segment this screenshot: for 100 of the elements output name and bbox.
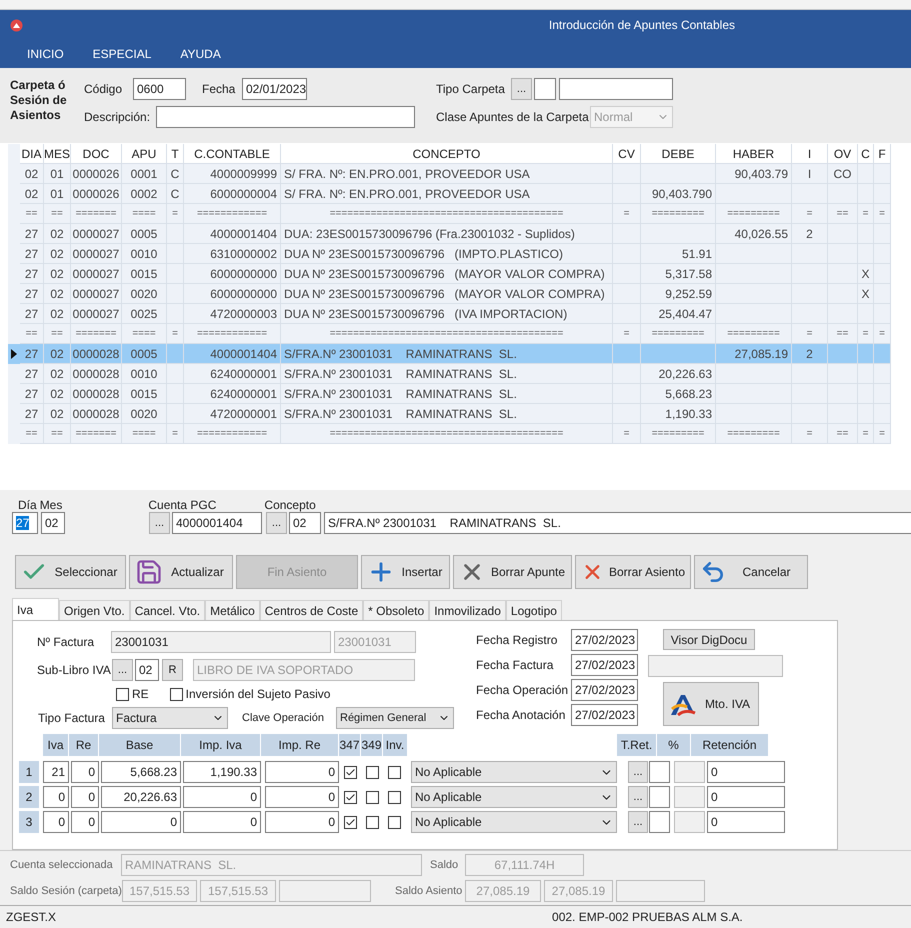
date-field[interactable]: 02/01/2023 (242, 78, 307, 100)
browse-button[interactable]: ... (511, 78, 532, 100)
withholding-type-field[interactable] (649, 811, 670, 833)
menu-item[interactable]: AYUDA (171, 47, 230, 61)
viewer-button[interactable]: Visor DigDocu (663, 629, 755, 650)
vat-rate-field[interactable]: 0 (43, 786, 69, 808)
checkbox[interactable] (344, 816, 356, 828)
browse-button[interactable]: ... (266, 512, 287, 534)
table-row[interactable]: 27 02 0000027 0015 6000000000 DUA Nº 23ES0015730096796 (MAYOR VALOR COMPRA) 5,317.58 X (8, 264, 891, 284)
table-row[interactable]: 27 02 0000027 0010 6310000002 DUA Nº 23ES0015730096796 (IMPTO.PLASTICO) 51.91 (8, 244, 891, 264)
table-row[interactable]: 27 02 0000028 0010 6240000001 S/FRA.Nº 23001031 RAMINATRANS SL. 20,226.63 (8, 364, 891, 384)
r-button[interactable]: R (162, 659, 183, 681)
type-name-field[interactable] (559, 78, 673, 100)
tab[interactable]: Origen Vto. (59, 600, 130, 620)
base-field[interactable]: 20,226.63 (101, 786, 181, 808)
re-amount-field[interactable]: 0 (265, 786, 339, 808)
table-row[interactable]: 27 02 0000027 0005 4000001404 DUA: 23ES0015730096796 (Fra.23001032 - Suplidos) 40,026.55 2 (8, 224, 891, 244)
column-header: Retención (691, 734, 769, 756)
code-field[interactable]: 0600 (133, 78, 186, 100)
table-row[interactable]: == == ======= ==== = ============ ======================================== = ========= ========= = == = = (8, 424, 891, 444)
tab[interactable]: * Obsoleto (363, 600, 430, 620)
checkbox[interactable] (366, 816, 378, 828)
re-field[interactable]: 0 (71, 811, 99, 833)
invoice-type-dropdown[interactable]: Factura (112, 707, 228, 729)
row-number: 3 (19, 811, 39, 833)
selected-row[interactable]: 27 02 0000028 0005 4000001404 S/FRA.Nº 23001031 RAMINATRANS SL. 27,085.19 2 (8, 344, 891, 364)
withholding-field[interactable]: 0 (707, 761, 785, 783)
concept-field[interactable]: S/FRA.Nº 23001031 RAMINATRANS SL. (324, 512, 911, 534)
checkbox[interactable] (366, 766, 378, 778)
menu-item[interactable]: INICIO (18, 47, 73, 61)
table-row[interactable]: 27 02 0000028 0020 4720000001 S/FRA.Nº 23001031 RAMINATRANS SL. 1,190.33 (8, 404, 891, 424)
browse-button[interactable]: ... (628, 786, 648, 808)
withholding-type-field[interactable] (649, 786, 670, 808)
sub-book-field[interactable]: 02 (135, 659, 159, 681)
month-field[interactable]: 02 (41, 512, 65, 534)
checkbox[interactable] (344, 766, 356, 778)
checkbox[interactable] (388, 790, 400, 804)
re-field[interactable]: 0 (71, 761, 99, 783)
column-header: DIA (20, 144, 44, 164)
toolbar-button[interactable]: Insertar (361, 554, 450, 588)
table-row[interactable]: 27 02 0000027 0020 6000000000 DUA Nº 23ES0015730096796 (MAYOR VALOR COMPRA) 9,252.59 X (8, 284, 891, 304)
checkbox[interactable] (388, 766, 400, 778)
vat-amount-field[interactable]: 1,190.33 (183, 761, 261, 783)
table-cell: 6000000000 (184, 284, 281, 304)
table-row[interactable]: 02 01 0000026 0001 C 4000009999 S/ FRA. Nº: EN.PRO.001, PROVEEDOR USA 90,403.79 I CO (8, 164, 891, 184)
toolbar-button[interactable]: Seleccionar (15, 554, 126, 588)
table-cell: 40,026.55 (716, 224, 792, 244)
tab[interactable]: Iva (12, 598, 59, 620)
base-field[interactable]: 0 (101, 811, 181, 833)
checkbox[interactable] (344, 790, 356, 804)
withholding-field[interactable]: 0 (707, 811, 785, 833)
tab[interactable]: Logotipo (506, 600, 562, 620)
checkbox[interactable] (388, 816, 400, 828)
vat-amount-field[interactable]: 0 (183, 786, 261, 808)
withholding-field[interactable]: 0 (707, 786, 785, 808)
withholding-type-field[interactable] (649, 761, 670, 783)
description-field[interactable] (156, 106, 415, 128)
toolbar-button[interactable]: Cancelar (694, 554, 808, 588)
toolbar-button[interactable]: Borrar Asiento (575, 554, 691, 588)
browse-button[interactable]: ... (628, 811, 648, 833)
base-field[interactable]: 5,668.23 (101, 761, 181, 783)
browse-button[interactable]: ... (628, 761, 648, 783)
date-field[interactable]: 27/02/2023 (571, 704, 638, 726)
toolbar-button[interactable]: Actualizar (129, 554, 233, 588)
browse-button[interactable]: ... (112, 659, 133, 681)
invoice-field[interactable]: 23001031 (111, 631, 331, 653)
re-amount-field[interactable]: 0 (265, 811, 339, 833)
vat-button[interactable]: Mto. IVA (663, 682, 759, 726)
tab[interactable]: Centros de Coste (260, 600, 364, 620)
re-amount-field[interactable]: 0 (265, 761, 339, 783)
operation-dropdown[interactable]: Régimen General (336, 707, 454, 729)
re-field[interactable]: 0 (71, 786, 99, 808)
account-field[interactable]: 4000001404 (172, 512, 262, 534)
table-row[interactable]: == == ======= ==== = ============ ======================================== = ========= ========= = == = = (8, 204, 891, 224)
toolbar-button[interactable]: Borrar Apunte (453, 554, 572, 588)
table-cell: S/ FRA. Nº: EN.PRO.001, PROVEEDOR USA (281, 164, 613, 184)
table-row[interactable]: 27 02 0000027 0025 4720000003 DUA Nº 23ES0015730096796 (IVA IMPORTACION) 25,404.47 (8, 304, 891, 324)
vat-rate-field[interactable]: 0 (43, 811, 69, 833)
table-cell: 27 (20, 244, 44, 264)
withholding-dropdown[interactable]: No Aplicable (411, 761, 617, 783)
withholding-dropdown[interactable]: No Aplicable (411, 786, 617, 808)
date-field[interactable]: 27/02/2023 (571, 679, 638, 701)
date-field[interactable]: 27/02/2023 (571, 654, 638, 676)
table-row[interactable]: 27 02 0000028 0015 6240000001 S/FRA.Nº 23001031 RAMINATRANS SL. 5,668.23 (8, 384, 891, 404)
tab[interactable]: Inmovilizado (429, 600, 506, 620)
date-field[interactable]: 27/02/2023 (571, 629, 638, 651)
tab[interactable]: Cancel. Vto. (130, 600, 206, 620)
checkbox[interactable] (116, 688, 129, 700)
tab[interactable]: Metálico (205, 600, 260, 620)
menu-item[interactable]: ESPECIAL (84, 47, 160, 61)
concept-code-field[interactable]: 02 (289, 512, 321, 534)
type-code-field[interactable] (534, 78, 556, 100)
table-row[interactable]: 02 01 0000026 0002 C 6000000004 S/ FRA. Nº: EN.PRO.001, PROVEEDOR USA 90,403.790 (8, 184, 891, 204)
checkbox[interactable] (170, 688, 183, 700)
checkbox[interactable] (366, 790, 378, 804)
withholding-dropdown[interactable]: No Aplicable (411, 811, 617, 833)
vat-rate-field[interactable]: 21 (43, 761, 69, 783)
day-field[interactable]: 27 (12, 512, 38, 534)
browse-button[interactable]: ... (149, 512, 170, 534)
vat-amount-field[interactable]: 0 (183, 811, 261, 833)
